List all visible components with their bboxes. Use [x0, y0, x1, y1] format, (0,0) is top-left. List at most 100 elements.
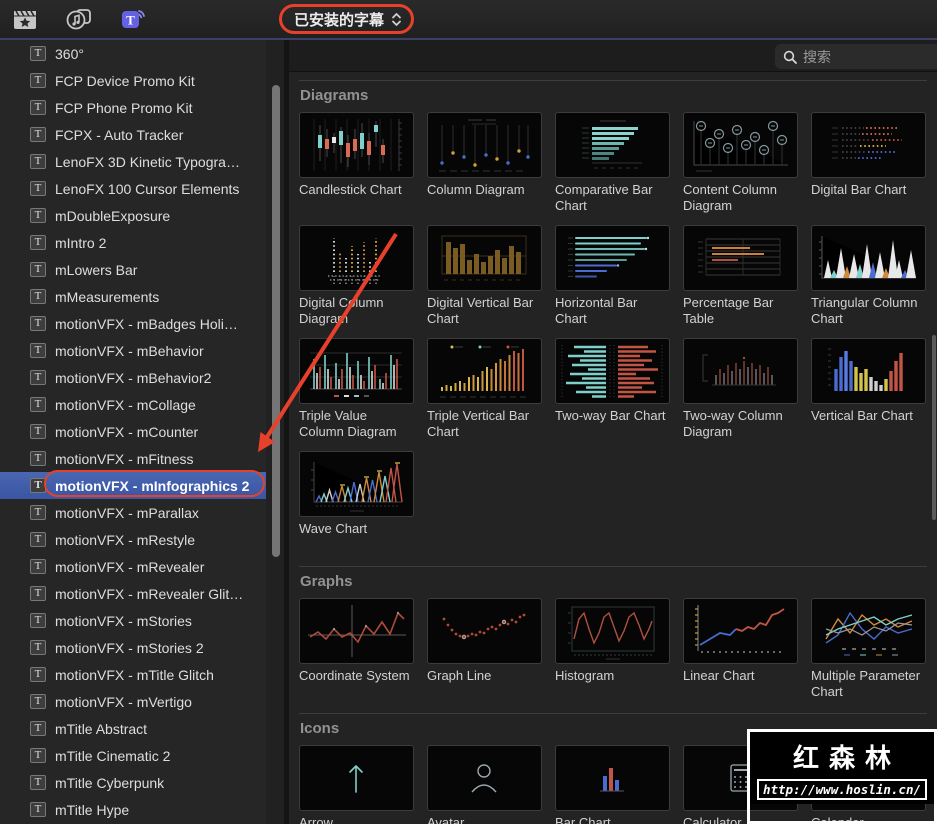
titles-generators-icon[interactable]: T [116, 6, 150, 32]
sidebar-item-lenofx-100-cursor[interactable]: T LenoFX 100 Cursor Elements [0, 175, 266, 202]
thumb-candlestick-chart[interactable] [299, 112, 414, 178]
title-item-triangular-column-chart[interactable]: Triangular Column Chart [811, 225, 926, 326]
sidebar-item-mstories-2[interactable]: TmotionVFX - mStories 2 [0, 634, 266, 661]
watermark-title: 红森林 [792, 743, 901, 773]
svg-text:T: T [126, 13, 135, 28]
title-item-histogram[interactable]: Histogram [555, 598, 670, 699]
photos-audio-icon[interactable] [62, 6, 96, 32]
title-item-graph-line[interactable]: Graph Line [427, 598, 542, 699]
sidebar-item-label: mTitle Cinematic 2 [55, 747, 171, 764]
title-pack-icon: T [30, 127, 46, 142]
thumb-horizontal-bar-chart[interactable] [555, 225, 670, 291]
sidebar-scrollbar-thumb[interactable] [272, 85, 280, 557]
title-pack-icon: T [30, 316, 46, 331]
title-item-multiple-parameter-chart[interactable]: Multiple Parameter Chart [811, 598, 926, 699]
title-item-vertical-bar-chart[interactable]: Vertical Bar Chart [811, 338, 926, 439]
title-item-percentage-bar-table[interactable]: Percentage Bar Table [683, 225, 798, 326]
sidebar-item-mrevealer-glitch[interactable]: TmotionVFX - mRevealer Glit… [0, 580, 266, 607]
thumb-coordinate-system[interactable] [299, 598, 414, 664]
sidebar-item-mlowers-bar[interactable]: TmLowers Bar [0, 256, 266, 283]
sidebar-item-mcollage[interactable]: TmotionVFX - mCollage [0, 391, 266, 418]
thumb-linear-chart[interactable] [683, 598, 798, 664]
sidebar-item-mtitle-abstract[interactable]: TmTitle Abstract [0, 715, 266, 742]
thumb-column-diagram[interactable] [427, 112, 542, 178]
thumb-digital-vertical-bar-chart[interactable] [427, 225, 542, 291]
title-item-bar-chart[interactable]: Bar Chart [555, 745, 670, 824]
sidebar-item-label: motionVFX - mBehavior2 [55, 369, 212, 386]
sidebar-item-mdoubleexposure[interactable]: TmDoubleExposure [0, 202, 266, 229]
thumb-comparative-bar-chart[interactable] [555, 112, 670, 178]
title-item-wave-chart[interactable]: Wave Chart [299, 451, 414, 552]
browser-search-bar [289, 40, 937, 72]
media-type-dropdown[interactable]: 已安装的字幕 [288, 6, 408, 33]
sidebar-item-mrevealer[interactable]: TmotionVFX - mRevealer [0, 553, 266, 580]
sidebar-item-360[interactable]: T 360° [0, 40, 266, 67]
thumb-graph-line[interactable] [427, 598, 542, 664]
sidebar-item-mtitle-cyberpunk[interactable]: TmTitle Cyberpunk [0, 769, 266, 796]
effects-browser-icon[interactable] [8, 6, 42, 32]
sidebar-item-mvertigo[interactable]: TmotionVFX - mVertigo [0, 688, 266, 715]
title-item-digital-column-diagram[interactable]: Digital Column Diagram [299, 225, 414, 326]
thumb-digital-column-diagram[interactable] [299, 225, 414, 291]
title-item-digital-bar-chart[interactable]: Digital Bar Chart [811, 112, 926, 213]
thumb-bar-chart-icon[interactable] [555, 745, 670, 811]
sidebar-item-fcp-device-promo-kit[interactable]: T FCP Device Promo Kit [0, 67, 266, 94]
sidebar-item-mstories[interactable]: TmotionVFX - mStories [0, 607, 266, 634]
sidebar-item-mbehavior2[interactable]: TmotionVFX - mBehavior2 [0, 364, 266, 391]
sidebar-item-mmeasurements[interactable]: TmMeasurements [0, 283, 266, 310]
title-item-two-way-column-diagram[interactable]: Two-way Column Diagram [683, 338, 798, 439]
title-item-arrow[interactable]: Arrow [299, 745, 414, 824]
sidebar-item-label: LenoFX 3D Kinetic Typogra… [55, 153, 240, 170]
sidebar-item-minfographics-2-selected[interactable]: TmotionVFX - mInfographics 2 [0, 472, 266, 499]
title-item-coordinate-system[interactable]: Coordinate System [299, 598, 414, 699]
thumb-arrow-icon[interactable] [299, 745, 414, 811]
title-item-comparative-bar-chart[interactable]: Comparative Bar Chart [555, 112, 670, 213]
sidebar-item-mfitness[interactable]: TmotionVFX - mFitness [0, 445, 266, 472]
thumb-triple-vertical-bar-chart[interactable] [427, 338, 542, 404]
sidebar-item-fcp-phone-promo-kit[interactable]: T FCP Phone Promo Kit [0, 94, 266, 121]
title-item-digital-vertical-bar-chart[interactable]: Digital Vertical Bar Chart [427, 225, 542, 326]
title-pack-icon: T [30, 748, 46, 763]
title-item-content-column-diagram[interactable]: Content Column Diagram [683, 112, 798, 213]
sidebar-item-label: motionVFX - mRevealer Glit… [55, 585, 244, 602]
thumb-two-way-column-diagram[interactable] [683, 338, 798, 404]
title-item-two-way-bar-chart[interactable]: Two-way Bar Chart [555, 338, 670, 439]
title-item-linear-chart[interactable]: Linear Chart [683, 598, 798, 699]
main-scrollbar-thumb[interactable] [932, 335, 936, 520]
title-pack-icon: T [30, 721, 46, 736]
sidebar-item-lenofx-3d-kinetic[interactable]: T LenoFX 3D Kinetic Typogra… [0, 148, 266, 175]
title-item-column-diagram[interactable]: Column Diagram [427, 112, 542, 213]
sidebar-item-mtitle-cinematic-2[interactable]: TmTitle Cinematic 2 [0, 742, 266, 769]
title-item-triple-value-column-diagram[interactable]: Triple Value Column Diagram [299, 338, 414, 439]
thumb-wave-chart[interactable] [299, 451, 414, 517]
search-input[interactable] [803, 48, 913, 65]
thumb-triangular-column-chart[interactable] [811, 225, 926, 291]
sidebar-item-mbadges-holi[interactable]: TmotionVFX - mBadges Holi… [0, 310, 266, 337]
title-item-avatar[interactable]: Avatar [427, 745, 542, 824]
thumb-two-way-bar-chart[interactable] [555, 338, 670, 404]
title-item-label: Digital Bar Chart [811, 182, 907, 197]
sidebar-item-mrestyle[interactable]: TmotionVFX - mRestyle [0, 526, 266, 553]
sidebar-item-mparallax[interactable]: TmotionVFX - mParallax [0, 499, 266, 526]
titles-grid-panel: Diagrams [289, 40, 937, 824]
thumb-digital-bar-chart[interactable] [811, 112, 926, 178]
thumb-avatar-icon[interactable] [427, 745, 542, 811]
sidebar-item-mbehavior[interactable]: TmotionVFX - mBehavior [0, 337, 266, 364]
thumb-vertical-bar-chart[interactable] [811, 338, 926, 404]
search-field[interactable] [775, 44, 937, 69]
title-item-horizontal-bar-chart[interactable]: Horizontal Bar Chart [555, 225, 670, 326]
sidebar-item-mcounter[interactable]: TmotionVFX - mCounter [0, 418, 266, 445]
titles-browser-window: T 已安装的字幕 T 360° T FCP Device Promo Kit T FC… [0, 0, 937, 824]
thumb-histogram[interactable] [555, 598, 670, 664]
sidebar-item-mintro-2[interactable]: TmIntro 2 [0, 229, 266, 256]
sidebar-item-mtitle-hype[interactable]: TmTitle Hype [0, 796, 266, 823]
title-item-triple-vertical-bar-chart[interactable]: Triple Vertical Bar Chart [427, 338, 542, 439]
sidebar-item-fcpx-auto-tracker[interactable]: T FCPX - Auto Tracker [0, 121, 266, 148]
thumb-triple-value-column-diagram[interactable] [299, 338, 414, 404]
thumb-multiple-parameter-chart[interactable] [811, 598, 926, 664]
sidebar-item-mtitle-glitch[interactable]: TmotionVFX - mTitle Glitch [0, 661, 266, 688]
thumb-content-column-diagram[interactable] [683, 112, 798, 178]
title-item-candlestick-chart[interactable]: Candlestick Chart [299, 112, 414, 213]
title-pack-icon: T [30, 451, 46, 466]
thumb-percentage-bar-table[interactable] [683, 225, 798, 291]
